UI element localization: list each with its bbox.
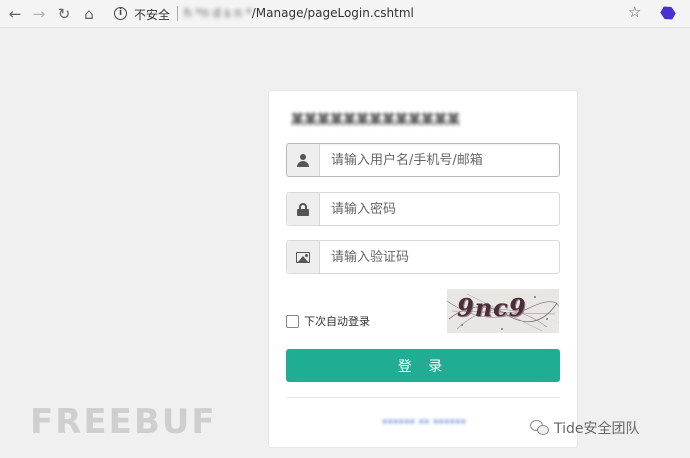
address-bar[interactable]: i 不安全 h *n d s n */Manage/pageLogin.csht… [104, 3, 662, 25]
captcha-text: 9nc9 [457, 293, 527, 322]
login-title: 某某某某某某某某某某某某某 [291, 113, 461, 128]
password-input[interactable] [321, 193, 559, 225]
bookmark-star-icon[interactable]: ☆ [628, 3, 641, 21]
divider [286, 397, 560, 398]
url-host: h *n d s n * [184, 6, 252, 20]
reload-icon[interactable]: ↻ [53, 3, 75, 25]
username-input[interactable] [321, 144, 559, 176]
login-card: 某某某某某某某某某某某某某 下次自动登录 9nc9 [268, 90, 578, 448]
remember-label: 下次自动登录 [304, 315, 370, 328]
password-field[interactable] [286, 192, 560, 226]
image-icon [287, 241, 320, 273]
tide-watermark-text: Tide安全团队 [554, 421, 640, 437]
login-button[interactable]: 登 录 [286, 349, 560, 382]
home-icon[interactable]: ⌂ [78, 3, 100, 25]
back-arrow-icon[interactable]: ← [4, 3, 26, 25]
address-separator [177, 6, 178, 21]
url-text[interactable]: h *n d s n */Manage/pageLogin.cshtml [184, 6, 414, 20]
insecure-label: 不安全 [134, 8, 171, 22]
info-icon[interactable]: i [114, 7, 127, 20]
remember-checkbox[interactable] [286, 314, 299, 328]
forward-arrow-icon[interactable]: → [28, 3, 50, 25]
freebuf-watermark: FREEBUF [30, 402, 217, 442]
captcha-field[interactable] [286, 240, 560, 274]
captcha-input[interactable] [321, 241, 559, 273]
browser-toolbar: ← → ↻ ⌂ i 不安全 h *n d s n */Manage/pageLo… [0, 0, 690, 28]
user-icon [287, 144, 320, 176]
wechat-icon [530, 420, 550, 436]
captcha-image[interactable]: 9nc9 [447, 289, 559, 333]
username-field[interactable] [286, 143, 560, 177]
lock-icon [287, 193, 320, 225]
url-path: /Manage/pageLogin.cshtml [251, 6, 414, 20]
tide-watermark: Tide安全团队 [530, 418, 640, 438]
remember-me[interactable]: 下次自动登录 [286, 313, 370, 329]
